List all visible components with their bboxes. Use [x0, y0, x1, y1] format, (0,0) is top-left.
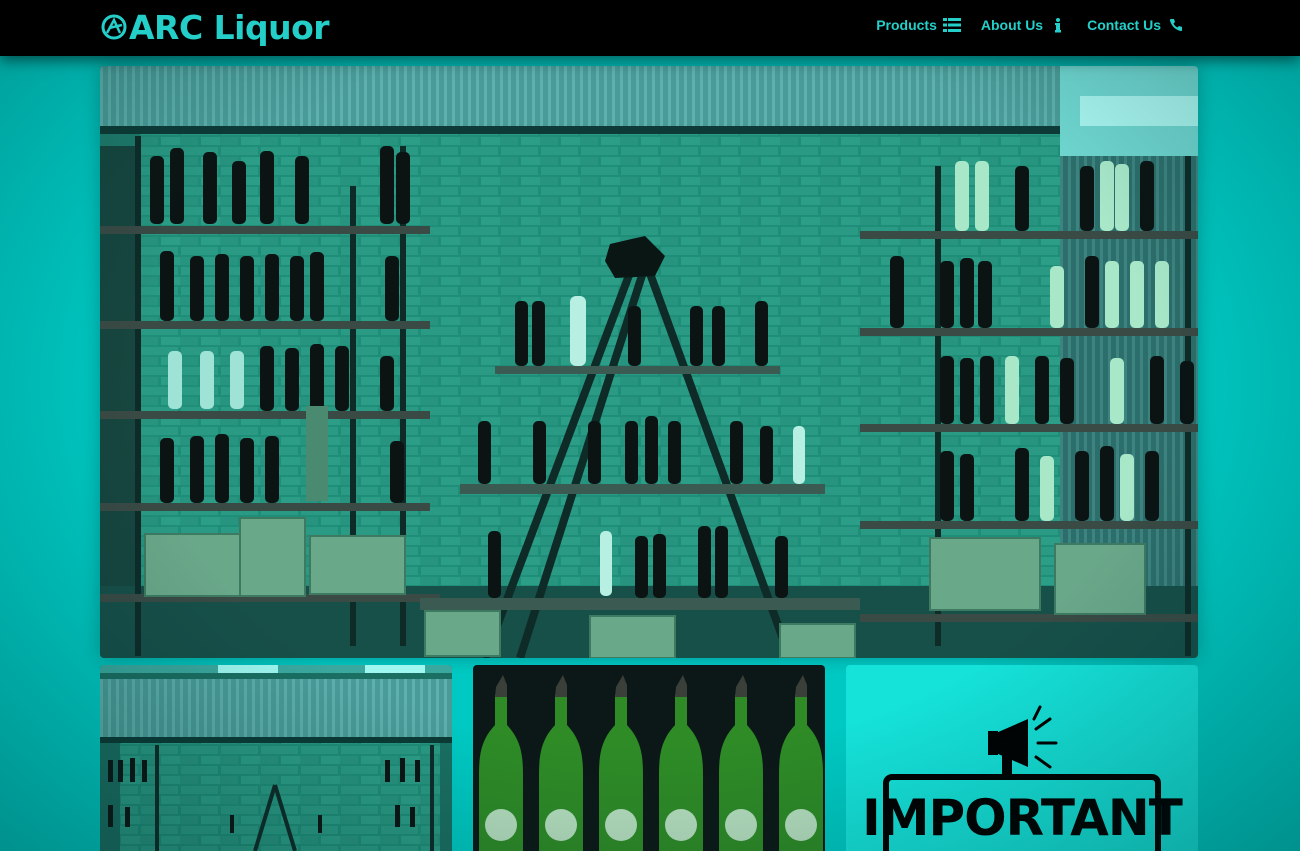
- tile-bottles[interactable]: [473, 665, 825, 851]
- navbar: ARC Liquor Products About Us Contact Us: [0, 0, 1300, 56]
- hero-image: [100, 66, 1198, 658]
- nav-about-label: About Us: [980, 17, 1044, 33]
- tile-bottles-photo: [473, 665, 825, 851]
- nav-products[interactable]: Products: [876, 17, 961, 33]
- phone-icon: [1167, 17, 1185, 33]
- main-nav: Products About Us Contact Us: [876, 17, 1185, 33]
- brand-logo[interactable]: ARC Liquor: [100, 6, 330, 48]
- nav-contact-label: Contact Us: [1087, 17, 1161, 33]
- tile-important-notice[interactable]: IMPORTANT: [846, 665, 1198, 851]
- important-label: IMPORTANT: [862, 789, 1183, 847]
- nav-about[interactable]: About Us: [981, 17, 1067, 33]
- brand-name: ARC Liquor: [129, 7, 330, 47]
- list-icon: [942, 17, 961, 33]
- info-icon: [1049, 17, 1067, 33]
- nav-products-label: Products: [876, 17, 937, 33]
- nav-contact[interactable]: Contact Us: [1087, 17, 1185, 33]
- tile-store-interior[interactable]: [100, 665, 452, 851]
- tile-store-photo: [100, 665, 452, 851]
- hero-photo: [100, 66, 1198, 658]
- arc-emblem-icon: [101, 14, 127, 40]
